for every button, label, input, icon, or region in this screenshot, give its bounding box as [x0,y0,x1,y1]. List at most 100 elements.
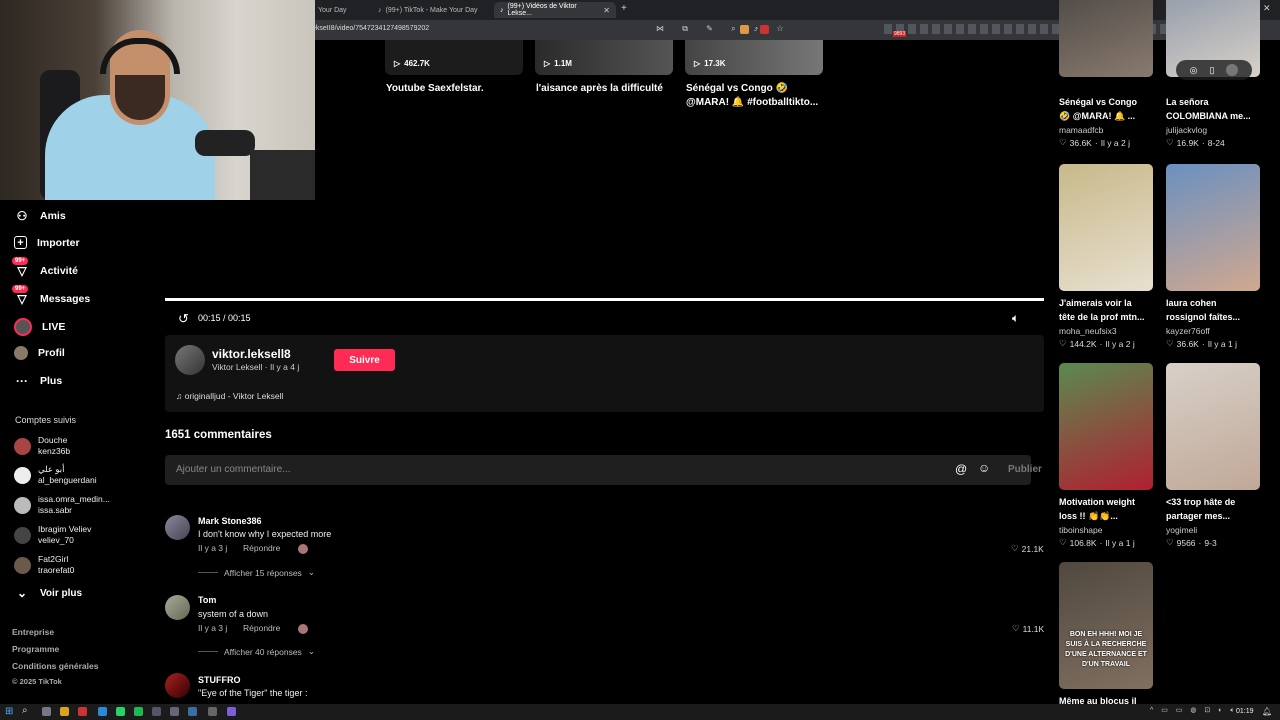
title-line: 🤣 @MARA! 🔔 ... [1059,111,1136,121]
taskbar-app-icon[interactable] [208,707,217,716]
recommended-video-thumbnail[interactable] [1059,0,1153,77]
video-tile[interactable]: ▷ 17.3K [685,40,823,75]
video-caption[interactable]: Youtube Saexfelstar. [386,82,484,96]
music-link[interactable]: ♫ originalljud - Viktor Leksell [176,391,283,401]
file-explorer-icon[interactable] [60,707,69,716]
recommended-video-title[interactable]: La señora COLOMBIANA me... [1166,95,1266,123]
commenter-avatar[interactable] [165,595,190,620]
following-account[interactable]: Fat2Girl traorefat0 [14,554,74,576]
sidebar-item-profile[interactable]: Profil [14,346,65,360]
close-tab-icon[interactable]: ✕ [603,6,610,15]
comment-input[interactable]: Ajouter un commentaire... [176,464,291,475]
view-replies-button[interactable]: Afficher 40 réponses ⌄ [198,646,315,657]
comment-like[interactable]: ♡ 11.1K [1012,623,1044,634]
browser-tab-1[interactable]: Your Day [312,2,374,18]
taskbar-app-icon[interactable] [42,707,51,716]
sidebar-item-more[interactable]: ··· Plus [14,373,62,389]
see-more-button[interactable]: ⌄ Voir plus [14,585,82,601]
post-button[interactable]: Publier [1008,464,1042,475]
recommended-video-thumbnail[interactable] [1166,164,1260,291]
video-caption[interactable]: l'aisance après la difficulté [536,82,663,96]
picture-in-picture-icon[interactable]: ◎ [1190,65,1198,76]
recommended-video-title[interactable]: laura cohen rossignol faîtes... [1166,296,1266,324]
taskbar-app-icon[interactable] [152,707,161,716]
recommended-video-thumbnail[interactable] [1166,363,1260,490]
sidebar-item-activity[interactable]: ▽ 99+ Activité [12,257,78,279]
steam-icon[interactable] [188,707,197,716]
device-icon[interactable]: ▯ [1209,65,1214,76]
comment-like[interactable]: ♡ 21.1K [1011,543,1044,554]
avatar [14,556,31,574]
windows-start-icon[interactable]: ⊞ [5,706,13,717]
avatar[interactable] [1226,64,1239,76]
tiktok-icon: ♪ [500,6,504,14]
recommended-video-title[interactable]: <33 trop hâte de partager mes... [1166,495,1266,523]
recommended-video-user[interactable]: moha_neufsix3 [1059,326,1117,336]
comment-input-box[interactable] [165,455,1031,485]
sidebar-item-messages[interactable]: ▽ 99+ Messages [12,285,90,307]
video-tile[interactable]: ▷ 1.1M [535,40,673,75]
taskbar-app-icon[interactable] [170,707,179,716]
following-account[interactable]: أبو علي al_benguerdani [14,464,97,486]
video-date: Il y a 2 j [1105,338,1135,349]
friends-icon: ⚇ [16,209,28,223]
mini-player-controls[interactable]: ◎ ▯ [1176,60,1252,80]
recommended-video-title[interactable]: Motivation weight loss !! 👏👏... [1059,495,1159,523]
browser-tab-active[interactable]: ♪ (99+) Vidéos de Viktor Lekse... ✕ [494,2,616,18]
spotify-icon[interactable] [134,707,143,716]
footer-link-program[interactable]: Programme [12,644,59,654]
emoji-icon[interactable]: ☺ [978,461,990,475]
close-window-button[interactable]: ✕ [1263,3,1271,14]
commenter-name[interactable]: STUFFRO [198,675,241,685]
sidebar-item-friends[interactable]: ⚇ Amis [14,208,66,224]
following-account[interactable]: issa.omra_medin... issa.sabr [14,494,110,516]
recommended-video-user[interactable]: mamaadfcb [1059,125,1103,135]
extension-icon[interactable] [760,25,769,34]
address-actions[interactable]: ⋈ ⧉ ✎ ⌕ ⤴ ☆ [656,24,792,34]
recommended-video-user[interactable]: tiboinshape [1059,525,1102,535]
footer-link-business[interactable]: Entreprise [12,627,54,637]
recommended-video-user[interactable]: yogimeli [1166,525,1197,535]
recommended-video-thumbnail[interactable]: BON EH HHH! MOI JE SUIS À LA RECHERCHE D… [1059,562,1153,689]
extension-icon[interactable] [740,25,749,34]
reply-button[interactable]: Répondre [243,543,280,553]
author-username[interactable]: viktor.leksell8 [212,347,291,361]
separator: · [1094,137,1098,148]
following-account[interactable]: Ibragim Veliev veliev_70 [14,524,91,546]
browser-tab-2[interactable]: ♪ (99+) TikTok - Make Your Day [372,2,492,18]
recommended-video-thumbnail[interactable] [1059,363,1153,490]
video-tile[interactable]: ▷ 462.7K [385,40,523,75]
view-replies-button[interactable]: Afficher 15 réponses ⌄ [198,567,315,578]
commenter-name[interactable]: Mark Stone386 [198,516,262,526]
following-account[interactable]: Douche kenz36b [14,435,70,457]
follow-button[interactable]: Suivre [334,349,395,371]
author-avatar[interactable] [175,345,205,375]
system-tray[interactable]: ^ ▭ ▭ ◍ ⊡ ◐ 🔈︎ [1150,706,1238,715]
commenter-name[interactable]: Tom [198,595,216,605]
taskbar-app-icon[interactable] [227,707,236,716]
taskbar-app-icon[interactable] [98,707,107,716]
sidebar-item-upload[interactable]: + Importer [14,236,80,249]
video-progress-bar[interactable] [165,298,1044,301]
commenter-avatar[interactable] [165,673,190,698]
commenter-avatar[interactable] [165,515,190,540]
reply-button[interactable]: Répondre [243,623,280,633]
search-icon[interactable]: ⌕ [22,705,28,716]
whatsapp-icon[interactable] [116,707,125,716]
sidebar-item-live[interactable]: LIVE [14,318,65,336]
recommended-video-title[interactable]: J'aimerais voir la tête de la prof mtn... [1059,296,1159,324]
browser-taskbar-icon[interactable] [78,707,87,716]
recommended-video-title[interactable]: Sénégal vs Congo 🤣 @MARA! 🔔 ... [1059,95,1159,123]
author-card [165,335,1044,412]
footer-link-terms[interactable]: Conditions générales [12,661,98,671]
mention-icon[interactable]: @ [955,462,967,476]
new-tab-button[interactable]: + [621,3,627,14]
volume-icon[interactable]: 🔈︎ [1012,311,1019,326]
replay-icon[interactable]: ↺ [178,311,189,327]
recommended-video-user[interactable]: kayzer76off [1166,326,1210,336]
notifications-icon[interactable]: 🔔︎ [1262,707,1272,716]
recommended-video-user[interactable]: julijackvlog [1166,125,1207,135]
video-caption[interactable]: Sénégal vs Congo 🤣 @MARA! 🔔 #footballtikt… [686,82,818,110]
recommended-video-thumbnail[interactable] [1059,164,1153,291]
url-field[interactable]: ekseII8/video/7547234127498579202 [312,25,429,32]
